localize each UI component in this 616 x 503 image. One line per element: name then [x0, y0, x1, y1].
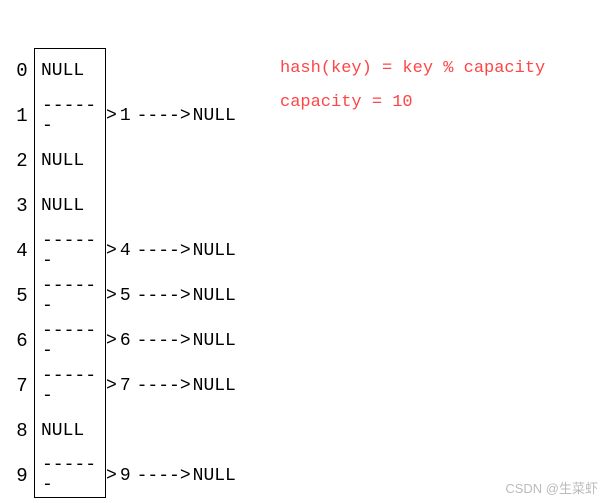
arrow-dash: ----	[137, 466, 180, 486]
chain: >6---->NULL	[106, 331, 236, 351]
bucket-index: 9	[10, 465, 34, 487]
arrow-dash: ------	[42, 276, 105, 316]
bucket-row: 4------>4---->NULL	[10, 228, 236, 273]
arrowhead-icon: >	[106, 376, 117, 396]
chain: >4---->NULL	[106, 241, 236, 261]
arrow-dash: ------	[42, 366, 105, 406]
capacity-text: capacity = 10	[280, 86, 545, 120]
bucket-cell: ------	[34, 363, 106, 408]
arrowhead-icon: >	[180, 286, 191, 306]
hash-table-diagram: 0NULL1------>1---->NULL2NULL3NULL4------…	[10, 48, 236, 498]
arrow-dash: ----	[137, 241, 180, 261]
arrow-dash: ------	[42, 96, 105, 136]
bucket-row: 9------>9---->NULL	[10, 453, 236, 498]
bucket-row: 3 NULL	[10, 183, 236, 228]
null-label: NULL	[193, 286, 236, 306]
arrow-dash: ------	[42, 321, 105, 361]
bucket-index: 3	[10, 195, 34, 217]
bucket-cell: NULL	[34, 183, 106, 228]
bucket-cell: NULL	[34, 138, 106, 183]
bucket-cell: NULL	[34, 408, 106, 453]
null-label: NULL	[41, 421, 84, 441]
chain-node: 9	[120, 466, 131, 486]
null-label: NULL	[193, 106, 236, 126]
bucket-row: 1------>1---->NULL	[10, 93, 236, 138]
bucket-index: 1	[10, 105, 34, 127]
chain: >7---->NULL	[106, 376, 236, 396]
bucket-cell: ------	[34, 453, 106, 498]
arrow-dash: ------	[42, 231, 105, 271]
bucket-cell: ------	[34, 318, 106, 363]
bucket-cell: ------	[34, 228, 106, 273]
chain-node: 5	[120, 286, 131, 306]
arrow-dash: ----	[137, 106, 180, 126]
watermark: CSDN @生菜虾	[505, 478, 598, 497]
null-label: NULL	[41, 196, 84, 216]
arrowhead-icon: >	[180, 241, 191, 261]
formula-box: hash(key) = key % capacity capacity = 10	[280, 52, 545, 120]
bucket-index: 0	[10, 60, 34, 82]
chain-node: 7	[120, 376, 131, 396]
bucket-index: 6	[10, 330, 34, 352]
arrowhead-icon: >	[106, 331, 117, 351]
arrowhead-icon: >	[106, 241, 117, 261]
arrowhead-icon: >	[180, 331, 191, 351]
bucket-row: 2 NULL	[10, 138, 236, 183]
arrow-dash: ----	[137, 376, 180, 396]
bucket-row: 5------>5---->NULL	[10, 273, 236, 318]
chain: >1---->NULL	[106, 106, 236, 126]
chain: >9---->NULL	[106, 466, 236, 486]
bucket-row: 6------>6---->NULL	[10, 318, 236, 363]
arrowhead-icon: >	[180, 376, 191, 396]
chain-node: 1	[120, 106, 131, 126]
bucket-index: 7	[10, 375, 34, 397]
arrowhead-icon: >	[106, 286, 117, 306]
null-label: NULL	[193, 466, 236, 486]
arrow-dash: ----	[137, 286, 180, 306]
null-label: NULL	[193, 331, 236, 351]
bucket-cell: ------	[34, 273, 106, 318]
bucket-cell: NULL	[34, 48, 106, 93]
null-label: NULL	[193, 376, 236, 396]
chain-node: 4	[120, 241, 131, 261]
hash-function-text: hash(key) = key % capacity	[280, 52, 545, 86]
bucket-index: 5	[10, 285, 34, 307]
arrowhead-icon: >	[180, 106, 191, 126]
arrowhead-icon: >	[106, 466, 117, 486]
arrow-dash: ----	[137, 331, 180, 351]
arrow-dash: ------	[42, 455, 105, 495]
bucket-index: 4	[10, 240, 34, 262]
bucket-index: 8	[10, 420, 34, 442]
bucket-cell: ------	[34, 93, 106, 138]
chain-node: 6	[120, 331, 131, 351]
null-label: NULL	[41, 151, 84, 171]
arrowhead-icon: >	[180, 466, 191, 486]
bucket-index: 2	[10, 150, 34, 172]
arrowhead-icon: >	[106, 106, 117, 126]
bucket-row: 8 NULL	[10, 408, 236, 453]
bucket-row: 7------>7---->NULL	[10, 363, 236, 408]
bucket-row: 0 NULL	[10, 48, 236, 93]
null-label: NULL	[193, 241, 236, 261]
null-label: NULL	[41, 61, 84, 81]
chain: >5---->NULL	[106, 286, 236, 306]
